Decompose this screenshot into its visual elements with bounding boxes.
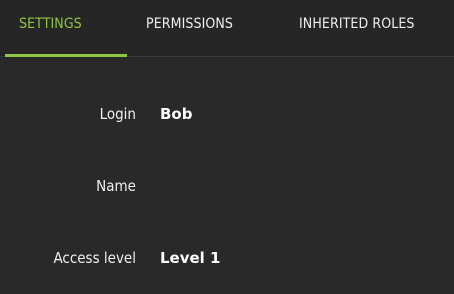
tab-permissions[interactable]: PERMISSIONS [146, 16, 233, 32]
tab-settings[interactable]: SETTINGS [19, 16, 82, 32]
active-tab-indicator [5, 54, 127, 57]
field-row-access-level: Access level Level 1 [0, 249, 454, 273]
field-row-name: Name [0, 177, 454, 201]
tab-bar: SETTINGS PERMISSIONS INHERITED ROLES [0, 0, 454, 57]
tab-inherited-roles[interactable]: INHERITED ROLES [299, 16, 415, 32]
login-value: Bob [160, 105, 193, 123]
access-level-label: Access level [53, 249, 136, 267]
access-level-value: Level 1 [160, 249, 221, 267]
name-label: Name [96, 177, 136, 195]
login-label: Login [99, 105, 136, 123]
field-row-login: Login Bob [0, 105, 454, 129]
